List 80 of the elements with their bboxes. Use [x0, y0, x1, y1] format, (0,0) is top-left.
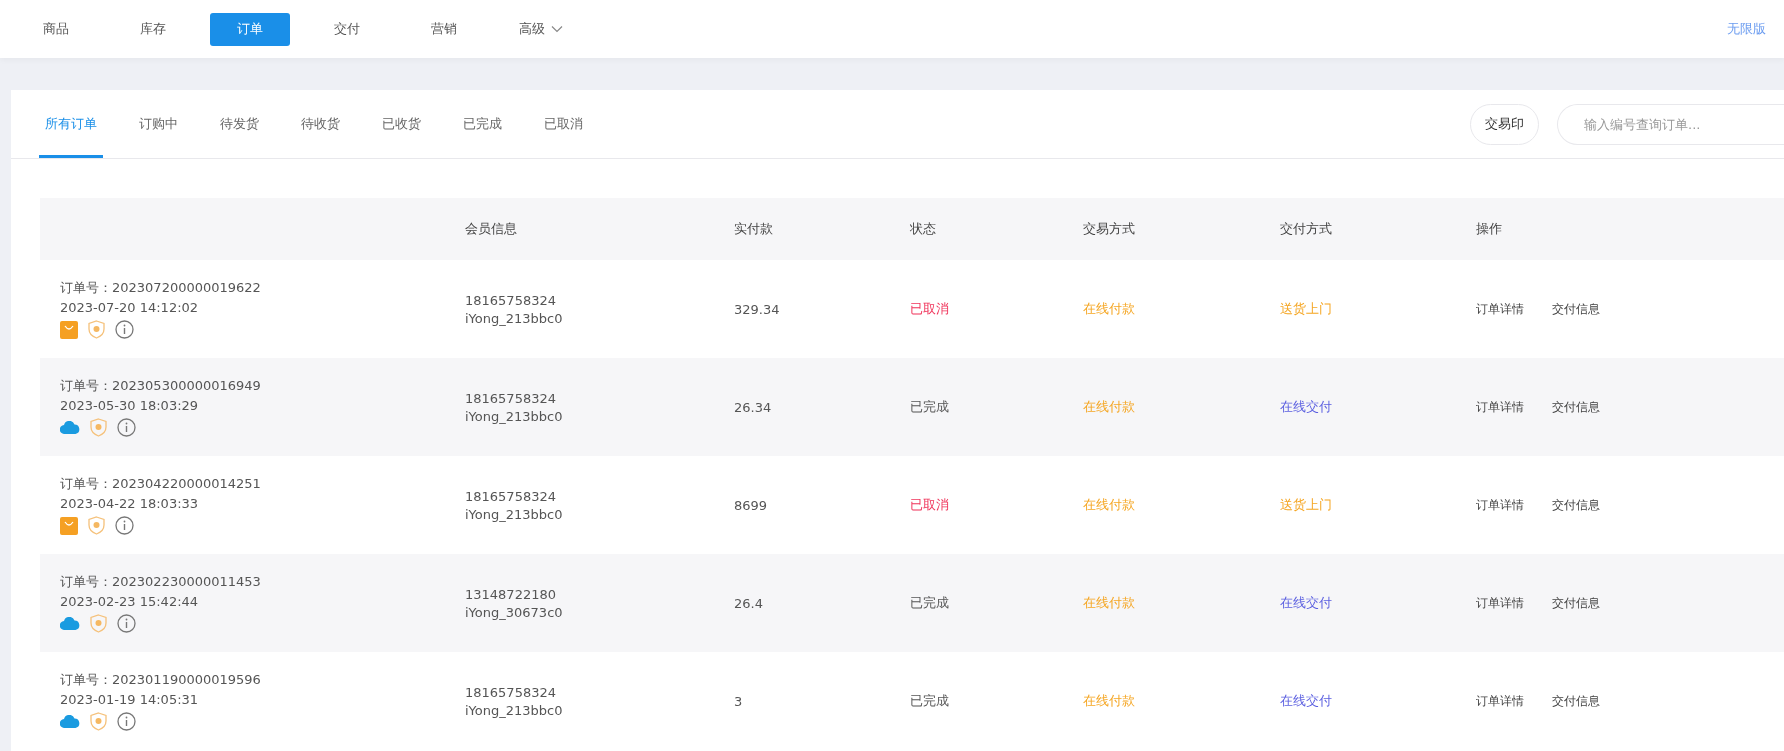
- member-phone: 18165758324: [465, 684, 557, 700]
- shield-icon: [90, 614, 107, 633]
- column-header: 状态: [910, 221, 936, 236]
- delivery-method: 送货上门: [1280, 497, 1332, 512]
- action-link[interactable]: 交付信息: [1552, 594, 1600, 612]
- info-icon: [115, 516, 134, 535]
- payment-method: 在线付款: [1083, 595, 1135, 610]
- order-status: 已完成: [910, 399, 949, 414]
- member-name: iYong_213bbc0: [465, 506, 564, 522]
- order-time: 2023-05-30 18:03:29: [60, 398, 200, 413]
- info-icon: [117, 418, 136, 437]
- action-link[interactable]: 订单详情: [1476, 496, 1524, 514]
- search-field[interactable]: 输入编号查询订单...: [1557, 103, 1784, 145]
- info-icon: [117, 712, 136, 731]
- action-link[interactable]: 订单详情: [1476, 594, 1524, 612]
- order-time: 2023-02-23 15:42:44: [60, 594, 200, 609]
- order-time: 2023-04-22 18:03:33: [60, 496, 200, 511]
- action-link[interactable]: 交付信息: [1552, 692, 1600, 710]
- member-name: iYong_213bbc0: [465, 310, 564, 326]
- action-link[interactable]: 订单详情: [1476, 398, 1524, 416]
- order-tab[interactable]: 已收货: [376, 90, 427, 158]
- column-header: 会员信息: [465, 221, 517, 236]
- order-number: 订单号：202301190000019596: [60, 671, 262, 689]
- payment-method: 在线付款: [1083, 399, 1135, 414]
- order-number: 订单号：202305300000016949: [60, 377, 262, 395]
- amount-paid: 26.34: [734, 399, 772, 415]
- member-phone: 18165758324: [465, 292, 557, 308]
- action-link[interactable]: 交付信息: [1552, 300, 1600, 318]
- order-tab[interactable]: 待发货: [214, 90, 265, 158]
- order-tab[interactable]: 已取消: [538, 90, 589, 158]
- nav-tab[interactable]: 高级: [501, 12, 581, 46]
- amount-paid: 3: [734, 693, 743, 709]
- order-tab[interactable]: 所有订单: [39, 90, 103, 158]
- amount-paid: 329.34: [734, 301, 780, 317]
- order-tab[interactable]: 待收货: [295, 90, 346, 158]
- amount-paid: 26.4: [734, 595, 763, 611]
- order-number: 订单号：202307200000019622: [60, 279, 262, 297]
- column-header: 交易方式: [1083, 221, 1135, 236]
- nav-tab[interactable]: 营销: [404, 12, 484, 46]
- column-header: 实付款: [734, 221, 773, 236]
- info-icon: [115, 320, 134, 339]
- member-phone: 18165758324: [465, 488, 557, 504]
- payment-method: 在线付款: [1083, 497, 1135, 512]
- nav-tab[interactable]: 库存: [113, 12, 193, 46]
- column-header: 操作: [1476, 221, 1502, 236]
- order-tab[interactable]: 订购中: [133, 90, 184, 158]
- payment-method: 在线付款: [1083, 301, 1135, 316]
- nav-tab[interactable]: 交付: [307, 12, 387, 46]
- order-time: 2023-07-20 14:12:02: [60, 300, 200, 315]
- order-status: 已取消: [910, 497, 949, 512]
- shield-icon: [90, 712, 107, 731]
- shield-icon: [88, 516, 105, 535]
- order-status: 已取消: [910, 301, 949, 316]
- member-name: iYong_213bbc0: [465, 702, 564, 718]
- shield-icon: [88, 320, 105, 339]
- nav-tab[interactable]: 商品: [16, 12, 96, 46]
- member-name: iYong_213bbc0: [465, 408, 564, 424]
- order-status: 已完成: [910, 693, 949, 708]
- order-number: 订单号：202304220000014251: [60, 475, 262, 493]
- delivery-method: 在线交付: [1280, 399, 1332, 414]
- action-link[interactable]: 交付信息: [1552, 398, 1600, 416]
- amount-paid: 8699: [734, 497, 768, 513]
- member-phone: 13148722180: [465, 586, 557, 602]
- order-time: 2023-01-19 14:05:31: [60, 692, 200, 707]
- member-name: iYong_30673c0: [465, 604, 564, 620]
- print-button[interactable]: 交易印: [1470, 103, 1539, 145]
- action-link[interactable]: 交付信息: [1552, 496, 1600, 514]
- member-phone: 18165758324: [465, 390, 557, 406]
- action-link[interactable]: 订单详情: [1476, 692, 1524, 710]
- delivery-method: 在线交付: [1280, 595, 1332, 610]
- shield-icon: [90, 418, 107, 437]
- delivery-method: 送货上门: [1280, 301, 1332, 316]
- order-tab[interactable]: 已完成: [457, 90, 508, 158]
- column-header: 交付方式: [1280, 221, 1332, 236]
- info-icon: [117, 614, 136, 633]
- order-number: 订单号：202302230000011453: [60, 573, 262, 591]
- action-link[interactable]: 订单详情: [1476, 300, 1524, 318]
- payment-method: 在线付款: [1083, 693, 1135, 708]
- delivery-method: 在线交付: [1280, 693, 1332, 708]
- order-status: 已完成: [910, 595, 949, 610]
